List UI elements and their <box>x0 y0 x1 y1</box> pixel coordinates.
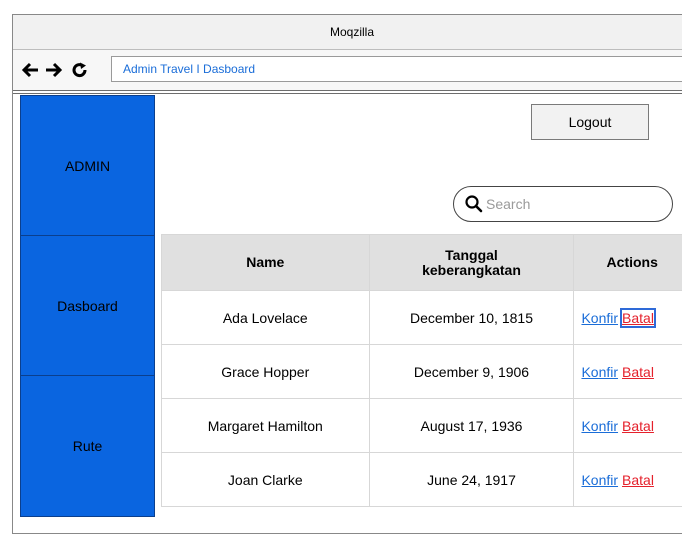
address-text: Admin Travel I Dasboard <box>123 62 255 76</box>
sidebar-item-rute[interactable]: Rute <box>20 375 155 517</box>
cell-date: August 17, 1936 <box>369 399 574 453</box>
cell-date: June 24, 1917 <box>369 453 574 507</box>
sidebar-item-label: Dasboard <box>57 298 118 314</box>
cell-date: December 9, 1906 <box>369 345 574 399</box>
column-header-name: Name <box>162 235 370 291</box>
confirm-link[interactable]: Konfir <box>581 472 618 488</box>
cell-name: Grace Hopper <box>162 345 370 399</box>
confirm-link[interactable]: Konfir <box>581 310 618 326</box>
cell-date: December 10, 1815 <box>369 291 574 345</box>
cancel-link[interactable]: Batal <box>622 418 654 434</box>
forward-arrow-icon[interactable] <box>45 62 63 78</box>
page-content: ADMIN Dasboard Rute Logout Name <box>13 93 682 533</box>
table-row: Ada Lovelace December 10, 1815 KonfirBat… <box>162 291 682 345</box>
logout-button[interactable]: Logout <box>531 104 649 140</box>
sidebar-item-admin[interactable]: ADMIN <box>20 95 155 237</box>
search-icon <box>464 194 484 214</box>
cell-actions: KonfirBatal <box>574 453 682 507</box>
navigation-bar: Admin Travel I Dasboard <box>13 50 682 91</box>
confirm-link[interactable]: Konfir <box>581 364 618 380</box>
search-box[interactable] <box>453 186 673 222</box>
cell-name: Ada Lovelace <box>162 291 370 345</box>
table-header-row: Name Tanggal keberangkatan Actions <box>162 235 682 291</box>
reload-icon[interactable] <box>71 62 89 78</box>
cancel-link[interactable]: Batal <box>622 310 654 326</box>
cancel-link[interactable]: Batal <box>622 364 654 380</box>
browser-window: Moqzilla Admin Travel I Dasboard ADMIN D… <box>12 14 682 534</box>
logout-label: Logout <box>569 114 612 130</box>
bookings-table: Name Tanggal keberangkatan Actions Ada L… <box>161 234 682 507</box>
cell-actions: KonfirBatal <box>574 291 682 345</box>
address-bar[interactable]: Admin Travel I Dasboard <box>111 56 682 82</box>
column-header-date: Tanggal keberangkatan <box>369 235 574 291</box>
cell-actions: KonfirBatal <box>574 345 682 399</box>
column-header-date-label: Tanggal keberangkatan <box>407 248 537 278</box>
column-header-actions: Actions <box>574 235 682 291</box>
table-row: Joan Clarke June 24, 1917 KonfirBatal <box>162 453 682 507</box>
sidebar-item-label: ADMIN <box>65 158 110 174</box>
window-title: Moqzilla <box>330 25 374 39</box>
cell-name: Joan Clarke <box>162 453 370 507</box>
sidebar-item-label: Rute <box>73 438 103 454</box>
cancel-link[interactable]: Batal <box>622 472 654 488</box>
sidebar-item-dasboard[interactable]: Dasboard <box>20 235 155 377</box>
back-arrow-icon[interactable] <box>21 62 39 78</box>
search-input[interactable] <box>484 196 636 212</box>
table-row: Margaret Hamilton August 17, 1936 Konfir… <box>162 399 682 453</box>
cell-actions: KonfirBatal <box>574 399 682 453</box>
confirm-link[interactable]: Konfir <box>581 418 618 434</box>
cell-name: Margaret Hamilton <box>162 399 370 453</box>
title-bar: Moqzilla <box>13 15 682 50</box>
table-row: Grace Hopper December 9, 1906 KonfirBata… <box>162 345 682 399</box>
